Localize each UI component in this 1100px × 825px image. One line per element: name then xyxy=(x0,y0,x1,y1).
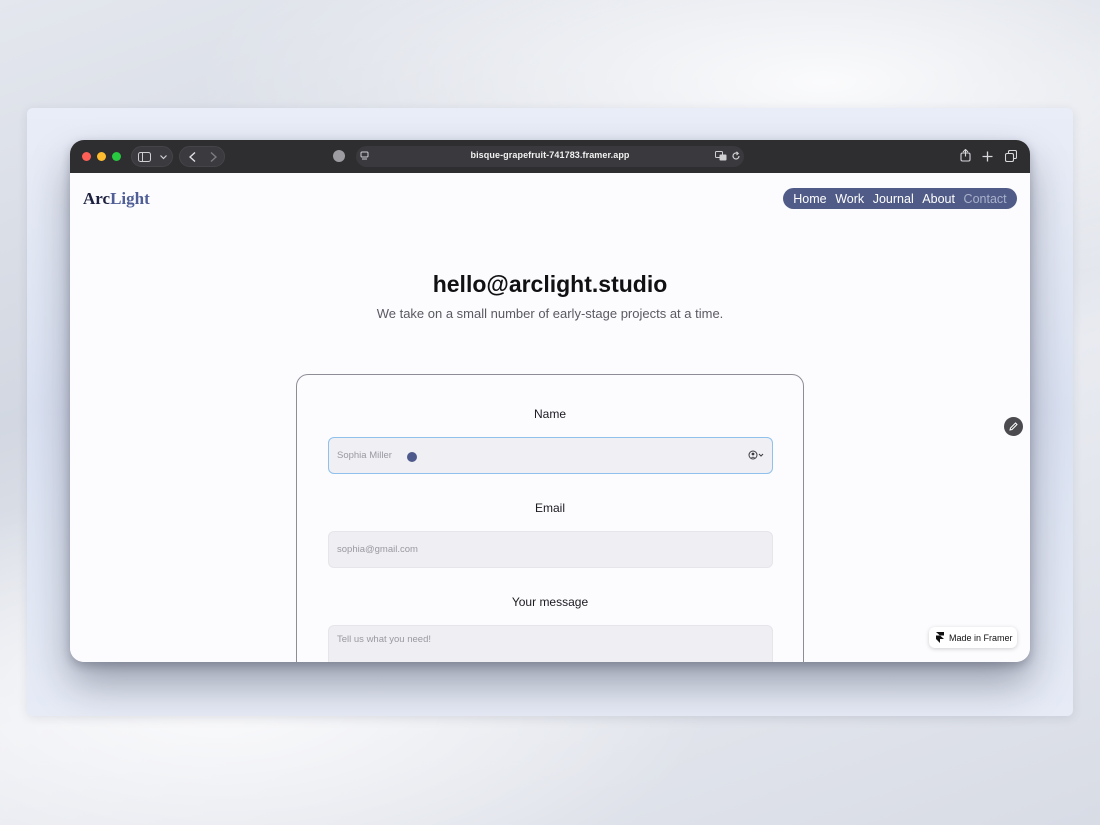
made-in-framer-badge[interactable]: Made in Framer xyxy=(929,627,1017,648)
translate-icon[interactable] xyxy=(715,151,727,161)
sidebar-icon xyxy=(138,152,151,162)
reload-icon[interactable] xyxy=(731,151,741,161)
message-placeholder: Tell us what you need! xyxy=(337,634,432,645)
browser-toolbar: bisque-grapefruit-741783.framer.app xyxy=(70,140,1030,174)
minimize-window-button[interactable] xyxy=(97,152,106,161)
address-bar[interactable]: bisque-grapefruit-741783.framer.app xyxy=(356,146,744,167)
logo-text-light: Light xyxy=(110,189,150,208)
nav-work[interactable]: Work xyxy=(835,192,864,206)
tabs-overview-icon[interactable] xyxy=(1005,150,1017,162)
url-text: bisque-grapefruit-741783.framer.app xyxy=(470,150,630,160)
nav-journal[interactable]: Journal xyxy=(873,192,914,206)
web-page: ArcLight Home Work Journal About Contact… xyxy=(70,173,1030,662)
message-textarea[interactable]: Tell us what you need! xyxy=(328,625,773,662)
contact-autofill-icon[interactable] xyxy=(748,450,764,460)
back-icon[interactable] xyxy=(189,152,196,162)
sidebar-toggle[interactable] xyxy=(131,146,173,167)
name-label: Name xyxy=(533,407,566,421)
forward-icon[interactable] xyxy=(210,152,217,162)
framer-logo-icon xyxy=(936,632,944,643)
email-label: Email xyxy=(534,501,565,515)
nav-home[interactable]: Home xyxy=(793,192,826,206)
logo-text-arc: Arc xyxy=(83,189,111,208)
history-nav xyxy=(179,146,225,167)
contact-form: Name Sophia Miller Email sophia@gmail.co… xyxy=(296,374,804,662)
hero-subtitle: We take on a small number of early-stage… xyxy=(376,306,724,321)
pencil-icon xyxy=(1009,422,1018,431)
name-input[interactable]: Sophia Miller xyxy=(328,437,773,474)
browser-window: bisque-grapefruit-741783.framer.app ArcL xyxy=(70,140,1030,662)
message-label: Your message xyxy=(511,595,589,609)
email-placeholder: sophia@gmail.com xyxy=(337,544,418,555)
close-window-button[interactable] xyxy=(82,152,91,161)
zoom-window-button[interactable] xyxy=(112,152,121,161)
share-icon[interactable] xyxy=(960,149,971,162)
edit-pencil-button[interactable] xyxy=(1004,417,1023,436)
name-placeholder: Sophia Miller xyxy=(337,450,392,461)
email-input[interactable]: sophia@gmail.com xyxy=(328,531,773,568)
nav-contact[interactable]: Contact xyxy=(964,192,1007,206)
made-in-framer-label: Made in Framer xyxy=(949,632,1013,643)
new-tab-icon[interactable] xyxy=(982,151,993,162)
site-logo[interactable]: ArcLight xyxy=(83,189,150,209)
extension-icon[interactable] xyxy=(333,150,345,162)
main-nav: Home Work Journal About Contact xyxy=(783,188,1017,209)
nav-about[interactable]: About xyxy=(922,192,955,206)
contact-email-heading: hello@arclight.studio xyxy=(432,271,668,297)
chevron-down-icon xyxy=(160,155,167,160)
mouse-cursor xyxy=(407,452,417,462)
